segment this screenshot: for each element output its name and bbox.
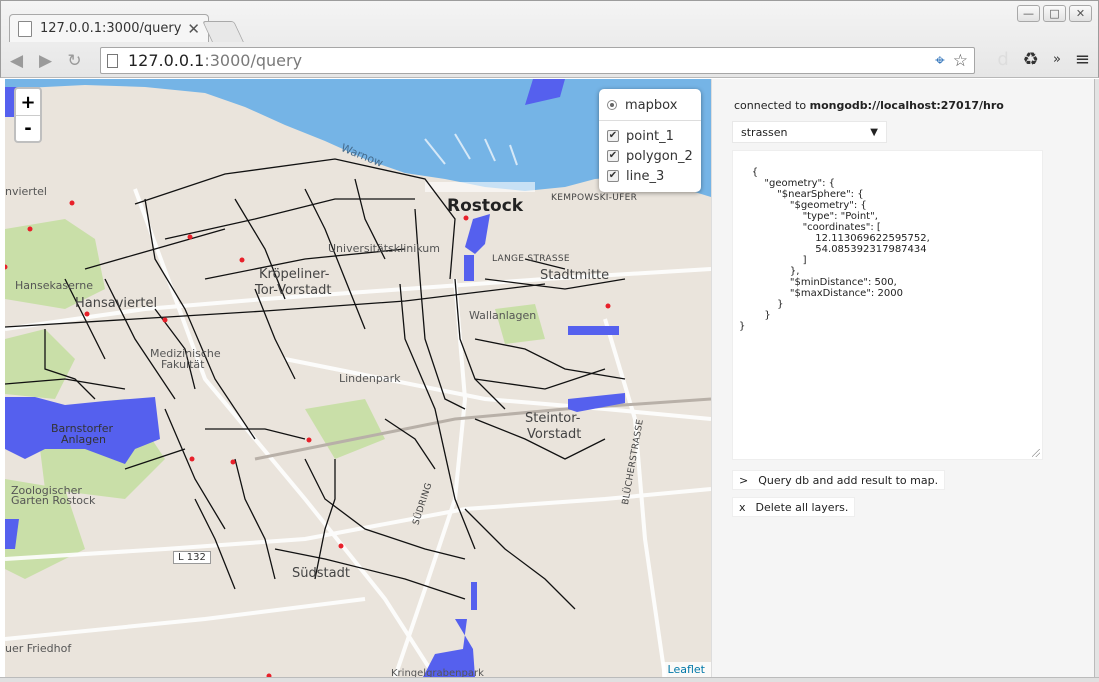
label-l132: L 132 [173,551,211,564]
leaflet-attribution-link[interactable]: Leaflet [661,662,711,677]
overlay-label: polygon_2 [626,148,693,164]
checkbox-icon[interactable]: ✔ [607,170,619,182]
zoom-out-button[interactable]: - [16,115,40,141]
tab-title: 127.0.0.1:3000/query [40,21,182,36]
close-window-button[interactable]: ✕ [1069,5,1092,22]
delete-button-label: Delete all layers. [755,500,849,514]
resize-grip-icon[interactable] [1032,449,1040,457]
label-hansekaserne: Hansekaserne [15,279,93,292]
query-button-label: Query db and add result to map. [758,473,939,487]
label-stadtmitte: Stadtmitte [540,268,610,283]
more-extensions-icon[interactable]: » [1053,52,1061,67]
ghost-extension-icon[interactable]: d [997,49,1008,70]
checkbox-icon[interactable]: ✔ [607,130,619,142]
delete-layers-button[interactable]: x Delete all layers. [732,497,856,517]
label-lange-strasse: LANGE STRASSE [492,254,570,264]
overlay-polygon-2[interactable]: ✔ polygon_2 [607,146,693,166]
query-button-symbol: > [739,473,749,487]
recycle-extension-icon[interactable]: ♻ [1023,49,1039,70]
window-bottom-edge [0,677,1099,682]
label-kempowski-ufer: KEMPOWSKI-UFER [551,193,638,203]
collection-select[interactable]: strassen ▼ [732,121,887,143]
label-steintor-1: Steintor- [525,411,581,426]
query-db-button[interactable]: > Query db and add result to map. [732,470,946,490]
query-textarea[interactable]: { "geometry": { "$nearSphere": { "$geome… [732,150,1043,460]
connection-uri: mongodb://localhost:27017/hro [809,99,1004,112]
chevron-down-icon: ▼ [870,126,878,138]
label-rostock: Rostock [447,196,524,216]
connection-status: connected to mongodb://localhost:27017/h… [734,99,1004,112]
base-layer-mapbox[interactable]: mapbox [607,95,693,115]
overlay-line-3[interactable]: ✔ line_3 [607,166,693,186]
zoom-in-button[interactable]: + [16,89,40,115]
label-steintor-2: Vorstadt [527,427,582,442]
maximize-button[interactable]: □ [1043,5,1066,22]
forward-arrow-icon[interactable]: ▶ [32,47,59,74]
query-text: { "geometry": { "$nearSphere": { "$geome… [739,167,930,332]
url-host: 127.0.0.1 [128,51,205,70]
label-nviertel: nviertel [5,185,47,198]
browser-tab[interactable]: 127.0.0.1:3000/query ✕ [9,14,209,42]
map-view[interactable]: Rostock KEMPOWSKI-UFER Warnow Universitä… [5,79,711,677]
checkbox-icon[interactable]: ✔ [607,150,619,162]
base-layer-label: mapbox [625,97,678,113]
browser-toolbar: ◀ ▶ ↻ 127.0.0.1:3000/query ⌖ ☆ d ♻ » ≡ [1,42,1098,79]
page-favicon-icon [18,20,32,37]
label-barnstorfer-2: Anlagen [61,433,107,446]
overlay-point-1[interactable]: ✔ point_1 [607,126,693,146]
extension-icon[interactable]: ⌖ [935,51,945,71]
label-lindenpark: Lindenpark [339,372,401,385]
reload-icon[interactable]: ↻ [61,47,88,74]
label-hansaviertel: Hansaviertel [75,296,158,311]
overlay-label: point_1 [626,128,674,144]
label-universitaetsklinikum: Universitätsklinikum [328,242,440,255]
minimize-button[interactable]: — [1017,5,1040,22]
browser-chrome: 127.0.0.1:3000/query ✕ — □ ✕ ◀ ▶ ↻ 127.0… [0,0,1099,78]
label-suedstadt: Südstadt [292,566,350,581]
back-arrow-icon[interactable]: ◀ [3,47,30,74]
label-kroepeliner-1: Kröpeliner- [259,267,330,282]
label-neuer-friedhof: uer Friedhof [5,642,72,655]
bookmark-star-icon[interactable]: ☆ [953,51,968,71]
zoom-control: + - [14,87,42,143]
layer-control: mapbox ✔ point_1 ✔ polygon_2 ✔ line_3 [599,89,701,192]
collection-select-value: strassen [741,125,788,139]
url-path: :3000/query [204,51,303,70]
label-zoo-2: Garten Rostock [11,494,96,507]
query-panel: connected to mongodb://localhost:27017/h… [711,79,1094,677]
delete-button-symbol: x [739,500,746,514]
window-right-edge [1094,79,1099,677]
close-tab-icon[interactable]: ✕ [187,20,200,38]
label-kroepeliner-2: Tor-Vorstadt [255,283,332,298]
overlay-label: line_3 [626,168,665,184]
radio-icon[interactable] [607,100,617,110]
label-wallanlagen: Wallanlagen [469,309,537,322]
window-controls: — □ ✕ [1017,5,1092,22]
layer-separator [599,120,701,121]
label-kringelgrabenpark: Kringelgrabenpark [391,668,484,677]
page-icon [107,53,118,68]
label-medizinische-2: Fakultät [161,358,205,371]
address-bar[interactable]: 127.0.0.1:3000/query ⌖ ☆ [100,47,975,74]
connection-prefix: connected to [734,99,810,112]
menu-icon[interactable]: ≡ [1075,49,1090,70]
